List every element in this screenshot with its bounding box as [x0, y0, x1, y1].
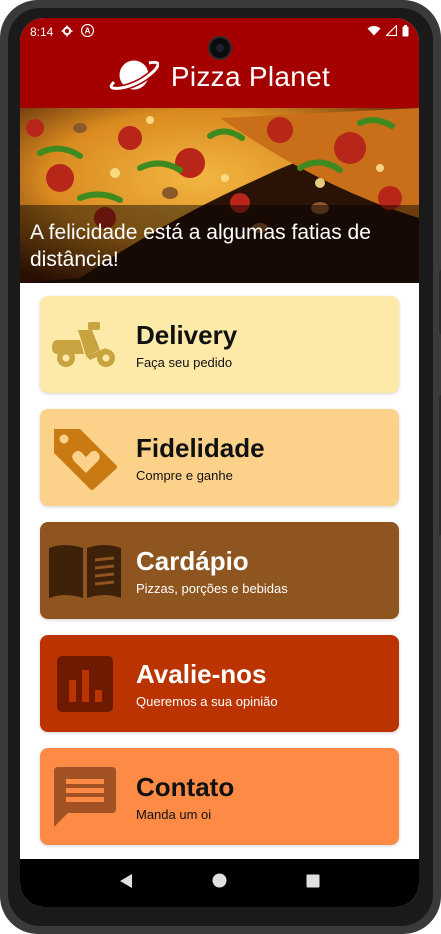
- card-cardapio[interactable]: Cardápio Pizzas, porções e bebidas: [40, 522, 399, 619]
- planet-logo-icon: [108, 54, 161, 101]
- card-subtitle-avalie: Queremos a sua opinião: [136, 694, 278, 709]
- open-book-icon: [40, 522, 130, 619]
- system-nav-bar: [20, 859, 419, 907]
- front-camera: [207, 36, 232, 60]
- card-contato[interactable]: Contato Manda um oi: [40, 748, 399, 845]
- hero-caption: A felicidade está a algumas fatias de di…: [30, 221, 371, 271]
- screen: 8:14 A Pizza Planet A felicidade está a …: [20, 18, 419, 907]
- cell-signal-icon: [385, 24, 398, 39]
- app-title: Pizza Planet: [170, 61, 331, 92]
- card-title-delivery: Delivery: [136, 320, 238, 350]
- message-icon: [40, 748, 130, 845]
- card-subtitle-contato: Manda um oi: [136, 807, 212, 822]
- card-subtitle-delivery: Faça seu pedido: [136, 355, 233, 370]
- card-delivery[interactable]: Delivery Faça seu pedido: [40, 296, 399, 393]
- recents-icon[interactable]: [306, 874, 320, 893]
- card-avalie[interactable]: Avalie-nos Queremos a sua opinião: [40, 635, 399, 732]
- card-subtitle-fidelidade: Compre e ganhe: [136, 468, 233, 483]
- android-a-icon: A: [81, 23, 95, 40]
- card-fidelidade[interactable]: Fidelidade Compre e ganhe: [40, 409, 399, 506]
- status-time: 8:14: [30, 25, 54, 39]
- bar-chart-icon: [40, 635, 130, 732]
- hero-banner: A felicidade está a algumas fatias de di…: [20, 108, 419, 283]
- scooter-icon: [40, 296, 130, 393]
- menu-cards: Delivery Faça seu pedido Fidelidade Comp…: [40, 296, 399, 861]
- card-title-avalie: Avalie-nos: [136, 659, 267, 689]
- svg-text:A: A: [85, 27, 91, 36]
- back-icon[interactable]: [119, 873, 133, 894]
- card-subtitle-cardapio: Pizzas, porções e bebidas: [136, 581, 288, 596]
- home-icon[interactable]: [212, 873, 227, 893]
- settings-gear-icon: [61, 25, 73, 40]
- wifi-icon: [367, 25, 381, 39]
- card-title-fidelidade: Fidelidade: [136, 433, 265, 463]
- price-tag-heart-icon: [40, 409, 130, 506]
- card-title-contato: Contato: [136, 772, 235, 802]
- battery-icon: [402, 24, 409, 40]
- card-title-cardapio: Cardápio: [136, 546, 249, 576]
- phone-frame: 8:14 A Pizza Planet A felicidade está a …: [0, 0, 441, 934]
